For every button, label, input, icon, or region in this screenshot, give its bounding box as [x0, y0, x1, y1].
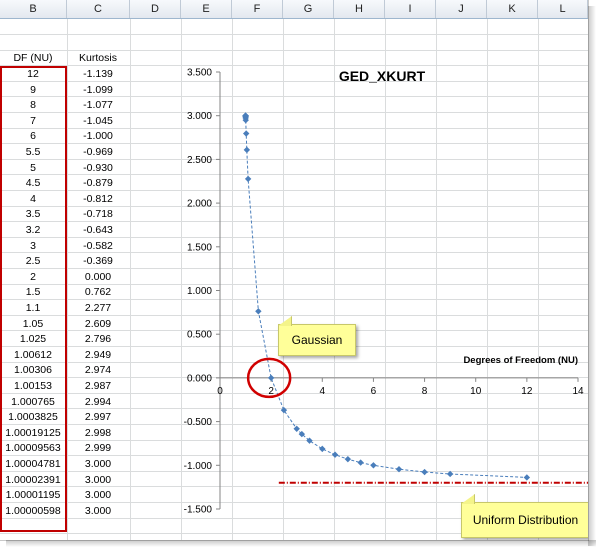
y-tick-label: -1.000 [184, 461, 213, 472]
data-point [357, 459, 364, 466]
y-tick-label: 1.500 [187, 242, 212, 253]
x-tick-label: 10 [470, 386, 482, 397]
y-tick-label: 3.000 [187, 111, 212, 122]
data-point [421, 468, 428, 476]
gaussian-callout: Gaussian [278, 324, 356, 356]
x-tick-label: 8 [422, 386, 428, 397]
y-tick-label: 0.500 [187, 330, 212, 341]
data-point [293, 425, 300, 432]
y-tick-label: 1.000 [187, 286, 212, 297]
x-tick-label: 0 [217, 386, 223, 397]
y-tick-label: 2.000 [187, 199, 212, 210]
x-tick-label: 2 [268, 386, 274, 397]
data-point [523, 474, 531, 481]
x-tick-label: 14 [572, 386, 584, 397]
x-axis-title: Degrees of Freedom (NU) [463, 355, 578, 366]
y-tick-label: -1.500 [184, 505, 213, 516]
data-point [255, 308, 262, 315]
x-tick-label: 6 [371, 386, 377, 397]
series-line [245, 115, 527, 478]
uniform-callout-text: Uniform Distribution [472, 513, 579, 527]
data-point [446, 470, 454, 478]
x-tick-label: 4 [320, 386, 326, 397]
chart-plot-area: 3.500 3.000 2.500 2.000 1.500 1.000 0.500 0.000… [184, 68, 588, 516]
data-point [244, 175, 252, 183]
x-tick-label: 12 [521, 386, 533, 397]
y-tick-label: 2.500 [187, 155, 212, 166]
data-point [243, 146, 251, 154]
data-point [370, 462, 377, 469]
data-point [331, 451, 339, 458]
spreadsheet[interactable]: B C D E F G H I J K L DF (NU) Kurtosis 1… [0, 0, 589, 541]
data-point [280, 406, 288, 414]
y-tick-label: -0.500 [184, 417, 213, 428]
chart-title: GED_XKURT [339, 68, 426, 84]
data-point [243, 130, 250, 137]
gaussian-callout-text: Gaussian [291, 333, 343, 347]
window-shadow-right [588, 6, 596, 546]
uniform-distribution-callout: Uniform Distribution [461, 502, 588, 538]
data-point [344, 455, 352, 463]
y-tick-label: 3.500 [187, 68, 212, 79]
data-point [267, 374, 275, 382]
data-point [395, 466, 403, 473]
window-shadow-bottom [6, 540, 596, 547]
y-tick-label: 0.000 [187, 373, 212, 384]
data-point [319, 445, 326, 453]
